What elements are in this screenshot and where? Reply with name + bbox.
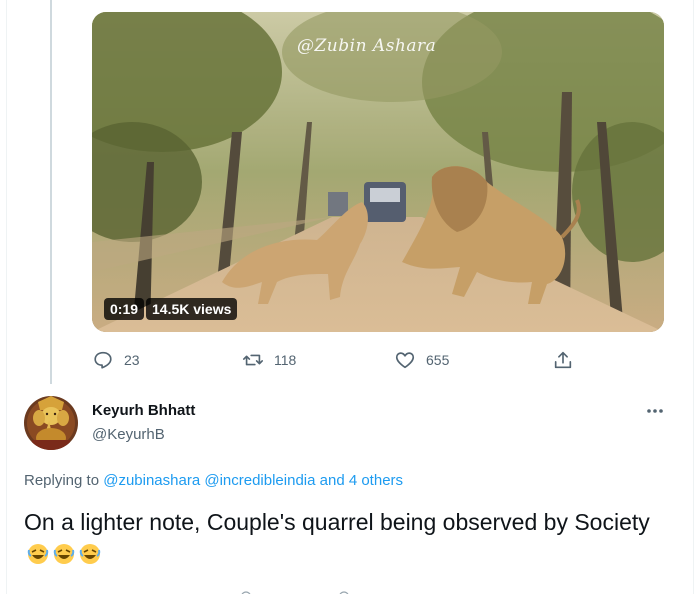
video-views-badge: 14.5K views [146, 298, 238, 320]
rofl-emoji-icon [78, 542, 102, 566]
replying-prefix: Replying to [24, 472, 100, 489]
thread-connector-line [50, 0, 52, 384]
timeline-border-right [693, 0, 694, 594]
avatar[interactable] [24, 396, 78, 450]
heart-icon [395, 352, 415, 369]
author-name[interactable]: Keyurh Bhhatt [92, 402, 195, 419]
reply-count: 23 [124, 352, 140, 368]
like-action[interactable]: 655 [394, 346, 449, 374]
timeline-border-left [6, 0, 7, 594]
tweet-text-content: On a lighter note, Couple's quarrel bein… [24, 509, 650, 535]
retweet-count: 118 [274, 352, 297, 368]
rofl-emoji-icon [52, 542, 76, 566]
ganesha-avatar-image [24, 396, 78, 450]
clipped-content-hint [241, 591, 349, 594]
replying-to-line: Replying to @zubinashara @incredibleindi… [24, 472, 403, 489]
rofl-emoji-icon [26, 542, 50, 566]
reply-action[interactable]: 23 [92, 346, 140, 374]
video-player[interactable]: @Zubin Ashara 0:19 14.5K views [92, 12, 664, 332]
more-options-button[interactable] [644, 404, 666, 418]
others-link[interactable]: and 4 others [320, 472, 403, 489]
tweet-text: On a lighter note, Couple's quarrel bein… [24, 506, 674, 570]
video-duration-badge: 0:19 [104, 298, 145, 320]
mention-link[interactable]: @incredibleindia [204, 472, 315, 489]
more-dots-icon [647, 409, 663, 413]
share-action[interactable] [552, 346, 584, 374]
video-watermark: @Zubin Ashara [297, 36, 437, 56]
reply-icon [94, 351, 112, 369]
author-handle[interactable]: @KeyurhB [92, 426, 165, 443]
retweet-icon [243, 354, 263, 366]
like-count: 655 [426, 352, 450, 368]
mention-link[interactable]: @zubinashara [103, 472, 200, 489]
share-icon [554, 351, 572, 369]
video-frame [92, 12, 664, 332]
retweet-action[interactable]: 118 [242, 346, 296, 374]
